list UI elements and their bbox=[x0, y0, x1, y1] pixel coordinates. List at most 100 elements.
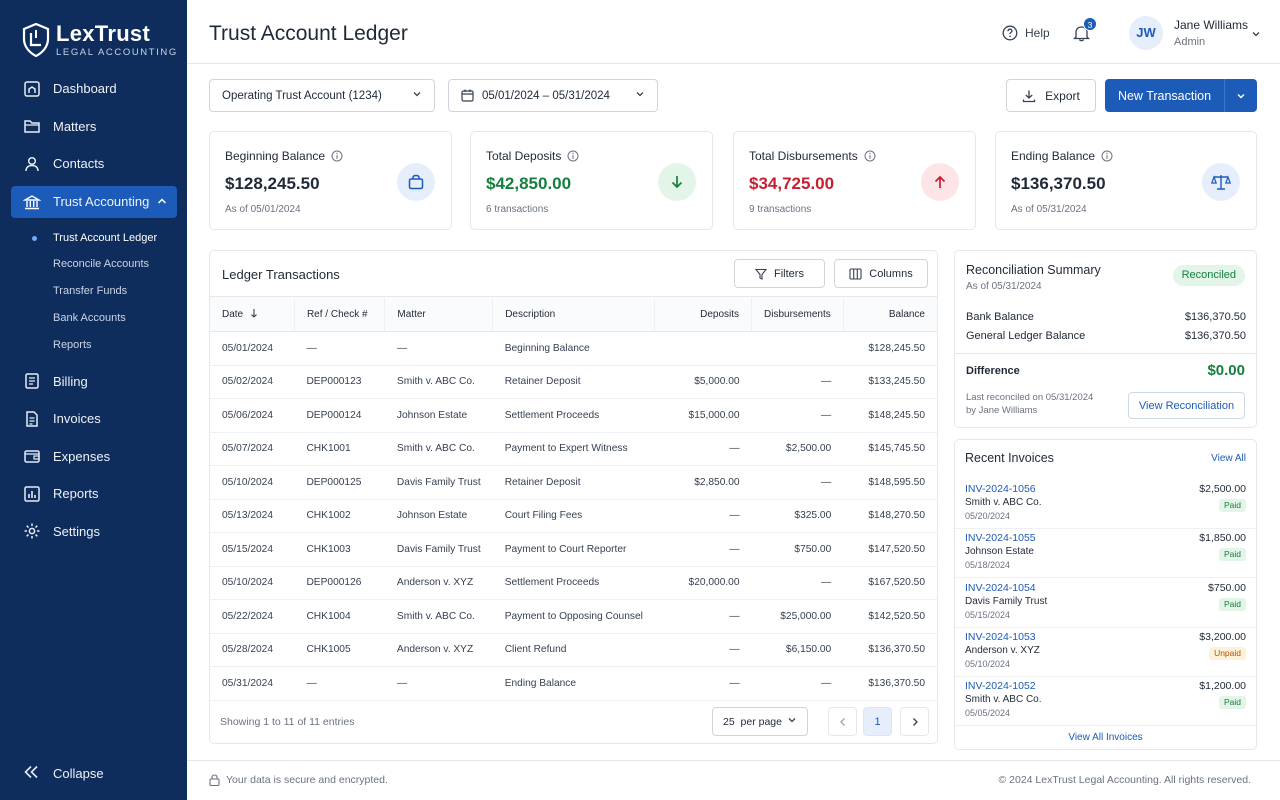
column-header-date[interactable]: Date bbox=[210, 296, 295, 332]
stat-label: Total Deposits bbox=[486, 149, 562, 163]
cell-matter[interactable]: Johnson Estate bbox=[384, 499, 493, 533]
subnav-item-bank-accounts[interactable]: Bank Accounts bbox=[0, 305, 187, 332]
sidebar-item-matters[interactable]: Matters bbox=[0, 108, 187, 146]
columns-button[interactable]: Columns bbox=[834, 259, 928, 288]
invoice-id[interactable]: INV-2024-1056 bbox=[965, 483, 1036, 495]
cell-ref[interactable]: CHK1005 bbox=[294, 633, 385, 667]
cell-matter[interactable]: Johnson Estate bbox=[384, 398, 493, 433]
stat-value: $128,245.50 bbox=[225, 174, 320, 193]
sidebar-item-contacts[interactable]: Contacts bbox=[0, 145, 187, 183]
notifications-button[interactable]: 3 bbox=[1072, 17, 1097, 45]
stat-subtext: As of 05/01/2024 bbox=[225, 204, 301, 215]
account-select[interactable]: Operating Trust Account (1234) bbox=[209, 79, 435, 112]
table-row[interactable]: 05/06/2024 DEP000124 Johnson Estate Settlem… bbox=[210, 398, 937, 433]
table-row[interactable]: 05/28/2024 CHK1005 Anderson v. XYZ Client R… bbox=[210, 633, 937, 667]
per-page-select[interactable]: 25 per page bbox=[712, 707, 808, 736]
invoice-list-item[interactable]: INV-2024-1054 Davis Family Trust 05/15/202… bbox=[955, 579, 1256, 628]
cell-ref[interactable]: CHK1003 bbox=[294, 532, 385, 567]
invoice-amount: $1,850.00 bbox=[1199, 532, 1246, 545]
column-header-balance[interactable]: Balance bbox=[843, 296, 937, 332]
table-row[interactable]: 05/02/2024 DEP000123 Smith v. ABC Co. Retai… bbox=[210, 365, 937, 399]
subnav-item-transfer-funds[interactable]: Transfer Funds bbox=[0, 278, 187, 305]
invoice-id[interactable]: INV-2024-1052 bbox=[965, 680, 1036, 692]
info-icon[interactable] bbox=[864, 150, 876, 162]
filters-button[interactable]: Filters bbox=[734, 259, 825, 288]
cell-ref[interactable]: CHK1002 bbox=[294, 499, 385, 533]
table-row[interactable]: 05/10/2024 DEP000126 Anderson v. XYZ Settle… bbox=[210, 566, 937, 600]
cell-deposit: — bbox=[654, 666, 752, 701]
subnav-item-reconcile-accounts[interactable]: Reconcile Accounts bbox=[0, 251, 187, 278]
sidebar: LexTrust LEGAL ACCOUNTING Dashboard Matt… bbox=[0, 0, 187, 800]
page-button-current[interactable]: 1 bbox=[863, 707, 892, 736]
user-name[interactable]: Jane Williams bbox=[1174, 18, 1248, 32]
new-transaction-button[interactable]: New Transaction bbox=[1105, 79, 1257, 112]
sidebar-item-dashboard[interactable]: Dashboard bbox=[0, 70, 187, 108]
cell-matter[interactable]: Davis Family Trust bbox=[384, 532, 493, 567]
cell-ref[interactable]: CHK1004 bbox=[294, 599, 385, 634]
subnav-item-reports[interactable]: Reports bbox=[0, 332, 187, 359]
info-icon[interactable] bbox=[567, 150, 579, 162]
cell-deposit: $5,000.00 bbox=[654, 365, 752, 399]
column-header-ref[interactable]: Ref / Check # bbox=[294, 296, 386, 332]
cell-balance: $136,370.50 bbox=[843, 666, 937, 701]
table-row[interactable]: 05/10/2024 DEP000125 Davis Family Trust Ret… bbox=[210, 465, 937, 500]
cell-matter[interactable]: Smith v. ABC Co. bbox=[384, 432, 493, 466]
collapse-sidebar-button[interactable]: Collapse bbox=[23, 765, 104, 782]
cell-matter[interactable]: Davis Family Trust bbox=[384, 465, 493, 500]
column-header-description[interactable]: Description bbox=[492, 296, 656, 332]
cell-matter[interactable]: Anderson v. XYZ bbox=[384, 633, 493, 667]
account-select-value: Operating Trust Account (1234) bbox=[222, 89, 382, 102]
cell-matter[interactable]: Smith v. ABC Co. bbox=[384, 365, 493, 399]
cell-deposit: — bbox=[654, 432, 752, 466]
chevron-down-icon[interactable] bbox=[1251, 28, 1261, 42]
help-button[interactable]: Help bbox=[1002, 25, 1050, 41]
column-header-deposits[interactable]: Deposits bbox=[654, 296, 753, 332]
cell-ref[interactable]: DEP000125 bbox=[294, 465, 385, 500]
info-icon[interactable] bbox=[331, 150, 343, 162]
invoice-list-item[interactable]: INV-2024-1056 Smith v. ABC Co. 05/20/2024 $… bbox=[955, 480, 1256, 529]
sidebar-item-invoices[interactable]: Invoices bbox=[0, 400, 187, 438]
invoice-list-item[interactable]: INV-2024-1052 Smith v. ABC Co. 05/05/2024 $… bbox=[955, 677, 1256, 727]
cell-ref[interactable]: DEP000126 bbox=[294, 566, 385, 600]
new-transaction-dropdown[interactable] bbox=[1224, 79, 1257, 112]
invoice-id[interactable]: INV-2024-1053 bbox=[965, 631, 1036, 643]
invoice-id[interactable]: INV-2024-1055 bbox=[965, 532, 1036, 544]
cell-ref[interactable]: DEP000123 bbox=[294, 365, 385, 399]
sidebar-item-settings[interactable]: Settings bbox=[0, 512, 187, 550]
view-reconciliation-button[interactable]: View Reconciliation bbox=[1128, 392, 1245, 419]
view-all-link[interactable]: View All bbox=[1211, 453, 1246, 464]
cell-ref[interactable]: DEP000124 bbox=[294, 398, 385, 433]
export-button[interactable]: Export bbox=[1006, 79, 1096, 112]
brand-logo[interactable]: LexTrust LEGAL ACCOUNTING bbox=[0, 0, 187, 64]
table-row[interactable]: 05/15/2024 CHK1003 Davis Family Trust Payme… bbox=[210, 532, 937, 567]
cell-date: 05/28/2024 bbox=[210, 633, 295, 667]
invoice-id[interactable]: INV-2024-1054 bbox=[965, 582, 1036, 594]
cell-matter[interactable]: Smith v. ABC Co. bbox=[384, 599, 493, 634]
invoice-client: Smith v. ABC Co. bbox=[965, 497, 1042, 508]
date-range-picker[interactable]: 05/01/2024 – 05/31/2024 bbox=[448, 79, 658, 112]
help-label: Help bbox=[1025, 26, 1050, 40]
cell-ref[interactable]: CHK1001 bbox=[294, 432, 385, 466]
table-row[interactable]: 05/31/2024— — Ending Balance — — $136,370.50 bbox=[210, 666, 937, 701]
subnav-item-trust-account-ledger[interactable]: Trust Account Ledger bbox=[0, 225, 187, 252]
sidebar-item-trust-accounting[interactable]: Trust Accounting bbox=[11, 185, 177, 218]
table-row[interactable]: 05/01/2024— — Beginning Balance $128,245.50 bbox=[210, 331, 937, 366]
prev-page-button[interactable] bbox=[828, 707, 857, 736]
date-range-value: 05/01/2024 – 05/31/2024 bbox=[482, 89, 610, 102]
table-row[interactable]: 05/13/2024 CHK1002 Johnson Estate Court Fil… bbox=[210, 499, 937, 533]
next-page-button[interactable] bbox=[900, 707, 929, 736]
column-header-disbursements[interactable]: Disbursements bbox=[751, 296, 844, 332]
cell-matter[interactable]: Anderson v. XYZ bbox=[384, 566, 493, 600]
view-all-invoices-link[interactable]: View All Invoices bbox=[955, 732, 1256, 743]
invoice-list-item[interactable]: INV-2024-1055 Johnson Estate 05/18/2024 $1,… bbox=[955, 529, 1256, 579]
sidebar-item-billing[interactable]: Billing bbox=[0, 362, 187, 400]
sidebar-item-reports[interactable]: Reports bbox=[0, 475, 187, 513]
info-icon[interactable] bbox=[1101, 150, 1113, 162]
avatar[interactable]: JW bbox=[1129, 16, 1163, 50]
column-header-matter[interactable]: Matter bbox=[384, 296, 494, 332]
last-reconciled-date: Last reconciled on 05/31/2024 bbox=[966, 392, 1094, 403]
table-row[interactable]: 05/07/2024 CHK1001 Smith v. ABC Co. Payment… bbox=[210, 432, 937, 466]
table-row[interactable]: 05/22/2024 CHK1004 Smith v. ABC Co. Payment… bbox=[210, 599, 937, 634]
invoice-list-item[interactable]: INV-2024-1053 Anderson v. XYZ 05/10/2024 $3… bbox=[955, 628, 1256, 677]
sidebar-item-expenses[interactable]: Expenses bbox=[0, 437, 187, 475]
